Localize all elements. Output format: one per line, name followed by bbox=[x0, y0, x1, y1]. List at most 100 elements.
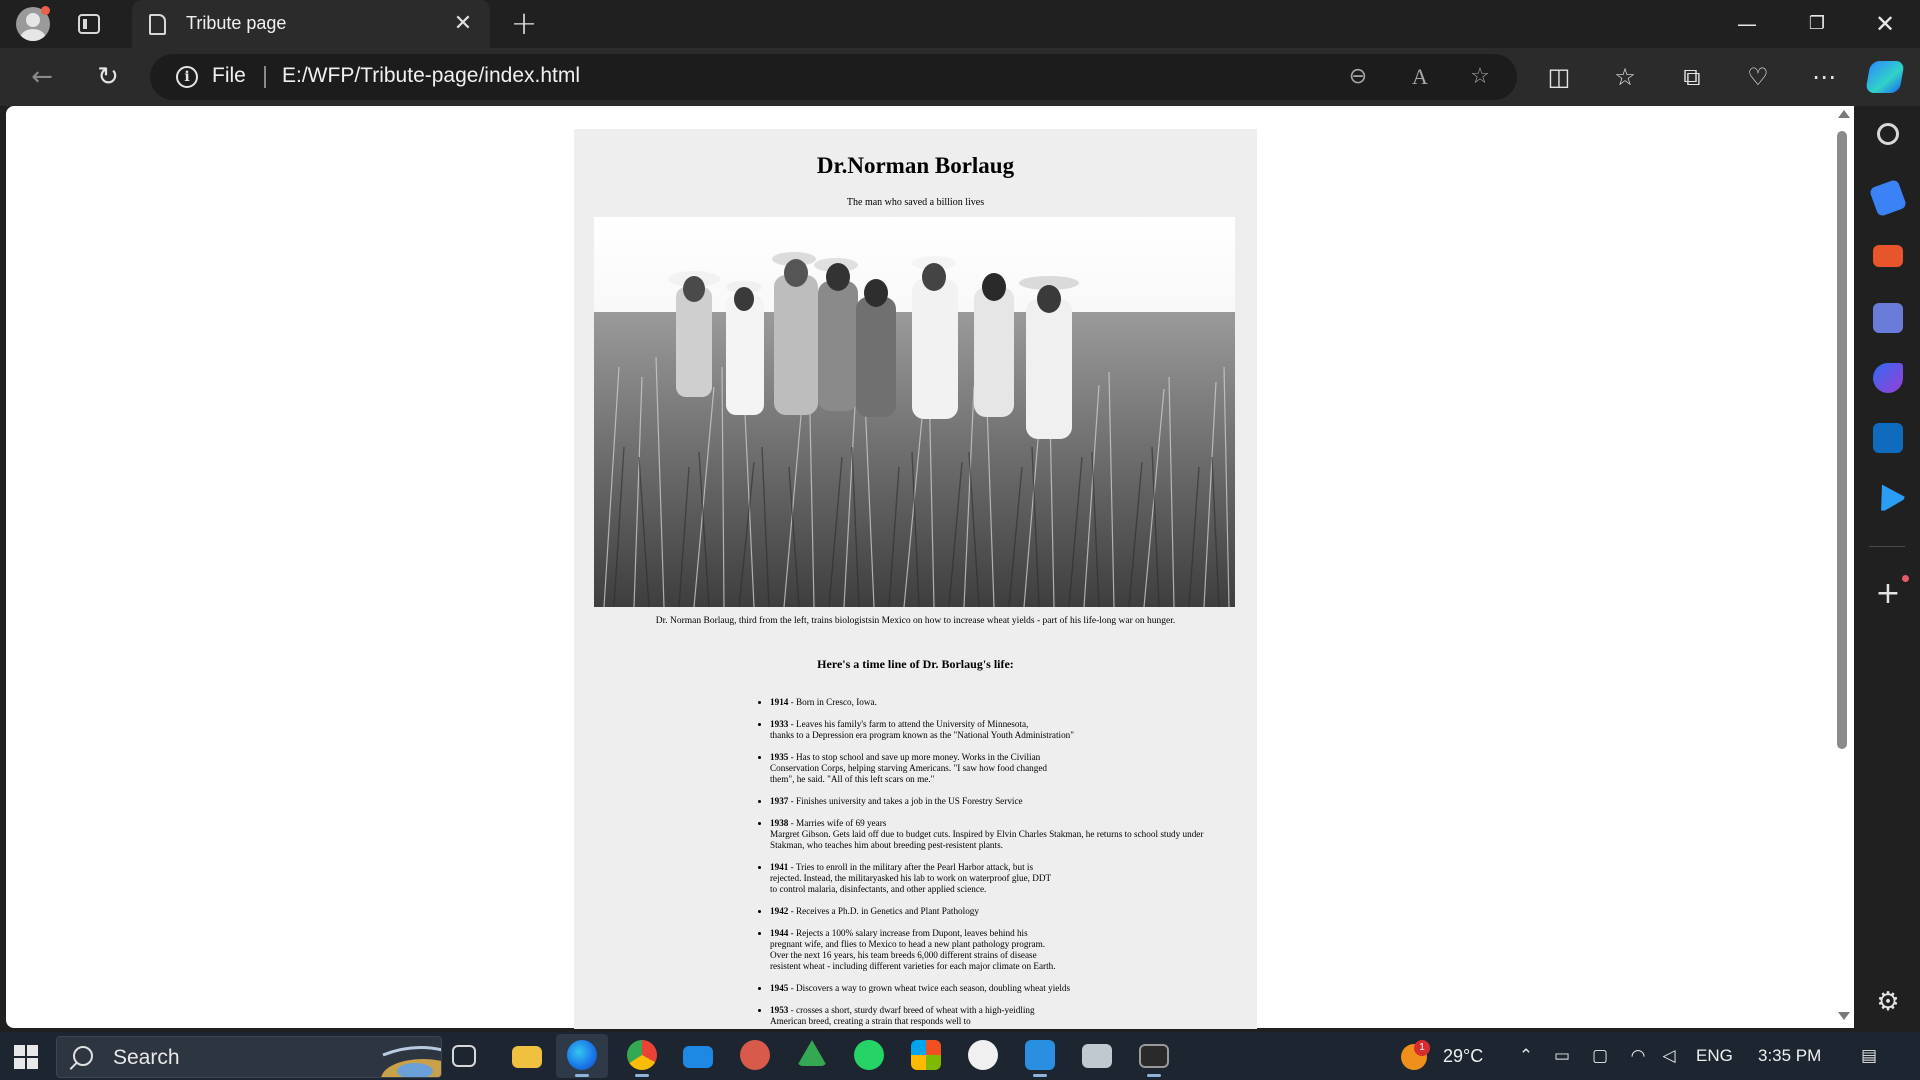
timeline-text: rejected. Instead, the militaryasked his… bbox=[770, 873, 1052, 883]
timeline-year: 1944 bbox=[770, 928, 789, 938]
timeline-year: 1942 bbox=[770, 906, 789, 916]
timeline-list: 1914 - Born in Cresco, Iowa. 1933 - Leave… bbox=[770, 697, 1250, 1038]
search-icon[interactable] bbox=[1877, 123, 1899, 145]
vscode-running-indicator bbox=[1033, 1074, 1047, 1077]
timeline-text: - Rejects a 100% salary increase from Du… bbox=[790, 928, 1028, 938]
volume-icon[interactable]: ◁ bbox=[1658, 1045, 1680, 1067]
google-drive-icon[interactable] bbox=[797, 1040, 827, 1066]
collections-icon[interactable]: ⧉ bbox=[1674, 59, 1710, 95]
timeline-text: - Tries to enroll in the military after … bbox=[790, 862, 1034, 872]
copilot-icon[interactable] bbox=[1865, 61, 1905, 93]
terminal-running-indicator bbox=[1147, 1074, 1161, 1077]
chrome-icon[interactable] bbox=[627, 1040, 657, 1070]
github-icon[interactable] bbox=[968, 1040, 998, 1070]
timeline-item: 1942 - Receives a Ph.D. in Genetics and … bbox=[770, 906, 1250, 917]
favorite-star-icon[interactable]: ☆ bbox=[1465, 62, 1495, 92]
vscode-icon[interactable] bbox=[1025, 1040, 1055, 1070]
close-window-button[interactable]: ✕ bbox=[1852, 0, 1918, 48]
timeline-year: 1953 bbox=[770, 1005, 789, 1015]
clock[interactable]: 3:35 PM bbox=[1758, 1046, 1821, 1066]
mail-icon[interactable] bbox=[683, 1046, 713, 1068]
borlaug-photo bbox=[594, 217, 1235, 607]
timeline-text: to control malaria, disinfectants, and o… bbox=[770, 884, 987, 894]
new-tab-button[interactable]: + bbox=[508, 7, 540, 40]
photo-caption: Dr. Norman Borlaug, third from the left,… bbox=[655, 616, 1176, 626]
more-icon[interactable]: ⋯ bbox=[1806, 59, 1842, 95]
games-icon[interactable] bbox=[1873, 303, 1903, 333]
bing-icon[interactable] bbox=[1873, 363, 1903, 393]
tab-tribute-page[interactable]: Tribute page ✕ bbox=[132, 0, 490, 48]
timeline-text: - Discovers a way to grown wheat twice e… bbox=[790, 983, 1071, 993]
timeline-year: 1941 bbox=[770, 862, 789, 872]
timeline-text: resistent wheat - including different va… bbox=[770, 961, 1056, 971]
outlook-icon[interactable] bbox=[1873, 423, 1903, 453]
address-scheme: File bbox=[212, 64, 246, 87]
scrollbar-thumb[interactable] bbox=[1837, 131, 1847, 749]
timeline-text: - crosses a short, sturdy dwarf breed of… bbox=[790, 1005, 1035, 1015]
battery-icon[interactable]: ▭ bbox=[1551, 1045, 1573, 1067]
restore-button[interactable]: ❐ bbox=[1784, 0, 1850, 48]
timeline-text: American breed, creating a strain that r… bbox=[770, 1016, 971, 1026]
scroll-up-arrow[interactable] bbox=[1838, 110, 1850, 118]
address-url[interactable]: E:/WFP/Tribute-page/index.html bbox=[282, 64, 580, 88]
scroll-down-arrow[interactable] bbox=[1838, 1012, 1850, 1020]
profile-notification-dot bbox=[41, 6, 50, 15]
notifications-icon[interactable]: ▤ bbox=[1858, 1045, 1880, 1067]
close-tab-icon[interactable]: ✕ bbox=[450, 11, 476, 37]
timeline-text: Over the next 16 years, his team breeds … bbox=[770, 950, 1037, 960]
weather-badge: 1 bbox=[1414, 1040, 1430, 1056]
timeline-text: thanks to a Depression era program known… bbox=[770, 730, 1075, 740]
timeline-heading: Here's a time line of Dr. Borlaug's life… bbox=[817, 657, 1014, 671]
timeline-text: - Finishes university and takes a job in… bbox=[790, 796, 1023, 806]
sidebar-separator bbox=[1869, 546, 1905, 547]
terminal-icon[interactable] bbox=[1139, 1044, 1169, 1068]
weather-temperature[interactable]: 29°C bbox=[1443, 1046, 1483, 1067]
whatsapp-icon[interactable] bbox=[854, 1040, 884, 1070]
windows-start-icon[interactable] bbox=[14, 1045, 38, 1069]
address-bar[interactable]: i File E:/WFP/Tribute-page/index.html ⊖ … bbox=[150, 54, 1517, 100]
browser-essentials-icon[interactable]: ♡ bbox=[1740, 59, 1776, 95]
language-indicator[interactable]: ENG bbox=[1696, 1046, 1733, 1066]
timeline-item: 1941 - Tries to enroll in the military a… bbox=[770, 862, 1250, 895]
zoom-out-icon[interactable]: ⊖ bbox=[1343, 62, 1373, 92]
snipping-tool-icon[interactable] bbox=[1082, 1044, 1112, 1068]
minimize-button[interactable]: — bbox=[1714, 0, 1780, 48]
info-icon[interactable]: i bbox=[176, 66, 198, 88]
sidebar-notification-dot bbox=[1902, 575, 1909, 582]
wheat-field-photo-art bbox=[594, 217, 1235, 607]
timeline-year: 1935 bbox=[770, 752, 789, 762]
edge-running-indicator bbox=[575, 1074, 589, 1077]
tools-icon[interactable] bbox=[1873, 245, 1903, 267]
edge-icon[interactable] bbox=[567, 1040, 597, 1070]
address-separator bbox=[264, 66, 266, 88]
split-screen-icon[interactable]: ◫ bbox=[1541, 59, 1577, 95]
store-icon[interactable] bbox=[911, 1040, 941, 1070]
tab-actions-icon[interactable] bbox=[78, 14, 100, 34]
timeline-text: Margret Gibson. Gets laid off due to bud… bbox=[770, 829, 1204, 839]
timeline-item: 1953 - crosses a short, sturdy dwarf bre… bbox=[770, 1005, 1250, 1027]
file-explorer-icon[interactable] bbox=[512, 1046, 542, 1068]
wifi-icon[interactable]: ◠ bbox=[1627, 1045, 1649, 1067]
timeline-year: 1938 bbox=[770, 818, 789, 828]
chevron-up-icon[interactable]: ⌃ bbox=[1515, 1045, 1537, 1067]
camera-icon[interactable]: ▢ bbox=[1589, 1045, 1611, 1067]
taskbar-search-label: Search bbox=[113, 1046, 180, 1069]
favorites-icon[interactable]: ☆ bbox=[1607, 59, 1643, 95]
timeline-text: - Born in Cresco, Iowa. bbox=[790, 697, 877, 707]
refresh-button[interactable]: ↻ bbox=[90, 59, 126, 95]
read-aloud-icon[interactable]: A bbox=[1405, 62, 1435, 92]
timeline-text: - Leaves his family's farm to attend the… bbox=[790, 719, 1029, 729]
taskbar-search[interactable]: Search bbox=[56, 1036, 442, 1078]
task-view-icon[interactable] bbox=[452, 1045, 476, 1067]
paint-icon[interactable] bbox=[740, 1040, 770, 1070]
timeline-text: - Has to stop school and save up more mo… bbox=[790, 752, 1041, 762]
add-icon[interactable]: + bbox=[1873, 579, 1903, 610]
settings-icon[interactable]: ⚙ bbox=[1873, 987, 1903, 1017]
timeline-year: 1933 bbox=[770, 719, 789, 729]
timeline-item: 1944 - Rejects a 100% salary increase fr… bbox=[770, 928, 1250, 972]
back-button[interactable]: ← bbox=[24, 59, 60, 95]
tab-title: Tribute page bbox=[186, 13, 287, 33]
timeline-text: - Marries wife of 69 years bbox=[790, 818, 887, 828]
timeline-item: 1933 - Leaves his family's farm to atten… bbox=[770, 719, 1250, 741]
timeline-text: - Receives a Ph.D. in Genetics and Plant… bbox=[790, 906, 979, 916]
